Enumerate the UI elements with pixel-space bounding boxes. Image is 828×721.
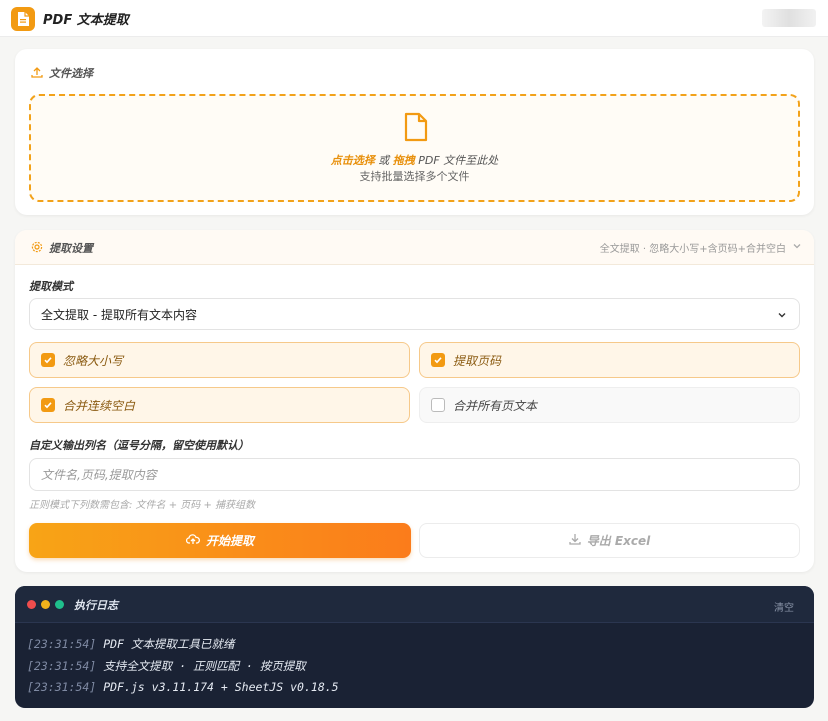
option-merge-pages[interactable]: 合并所有页文本 — [419, 387, 800, 423]
mode-label: 提取模式 — [29, 280, 73, 293]
avatar[interactable] — [762, 9, 816, 27]
start-extract-button[interactable]: 开始提取 — [29, 523, 411, 558]
download-icon — [569, 533, 581, 548]
file-section-title: 文件选择 — [31, 65, 93, 81]
chevron-down-icon — [776, 309, 788, 324]
log-line: [23:31:54] PDF.js v3.11.174 + SheetJS v0… — [27, 680, 339, 694]
columns-hint: 正则模式下列数需包含: 文件名 + 页码 + 捕获组数 — [29, 500, 256, 511]
cloud-upload-icon — [185, 533, 200, 548]
file-icon — [403, 112, 429, 145]
upload-icon — [31, 66, 43, 81]
checkbox-unchecked-icon[interactable] — [431, 398, 445, 412]
option-ignore-case[interactable]: 忽略大小写 — [29, 342, 410, 378]
settings-header[interactable]: 提取设置 全文提取 · 忽略大小写+含页码+合并空白 — [15, 230, 814, 265]
green-dot-icon — [55, 600, 64, 609]
settings-title: 提取设置 — [31, 240, 93, 256]
log-line: [23:31:54] 支持全文提取 · 正则匹配 · 按页提取 — [27, 659, 306, 673]
dropzone-text: 点击选择 或 拖拽 PDF 文件至此处 — [330, 154, 499, 167]
dropzone-hint: 支持批量选择多个文件 — [359, 170, 470, 183]
mode-select[interactable]: 全文提取 - 提取所有文本内容 — [29, 298, 800, 330]
gear-icon — [31, 241, 43, 256]
clear-log-button[interactable]: 清空 — [774, 599, 794, 614]
option-extract-page[interactable]: 提取页码 — [419, 342, 800, 378]
file-select-card: 文件选择 点击选择 或 拖拽 PDF 文件至此处 支持批量选择多个文件 — [15, 49, 814, 215]
export-excel-button[interactable]: 导出 Excel — [419, 523, 800, 558]
checkbox-checked-icon[interactable] — [41, 398, 55, 412]
settings-card: 提取设置 全文提取 · 忽略大小写+含页码+合并空白 提取模式 全文提取 - 提… — [15, 230, 814, 572]
checkbox-checked-icon[interactable] — [41, 353, 55, 367]
app-title: PDF 文本提取 — [43, 13, 129, 28]
yellow-dot-icon — [41, 600, 50, 609]
log-line: [23:31:54] PDF 文本提取工具已就绪 — [27, 637, 235, 651]
red-dot-icon — [27, 600, 36, 609]
top-bar: PDF 文本提取 — [0, 0, 828, 37]
checkbox-checked-icon[interactable] — [431, 353, 445, 367]
columns-label: 自定义输出列名（逗号分隔，留空使用默认） — [29, 439, 249, 452]
settings-summary: 全文提取 · 忽略大小写+含页码+合并空白 — [600, 240, 802, 255]
log-header: 执行日志 清空 — [15, 586, 814, 623]
log-title: 执行日志 — [74, 599, 118, 612]
click-select-link[interactable]: 点击选择 — [331, 154, 375, 167]
option-merge-whitespace[interactable]: 合并连续空白 — [29, 387, 410, 423]
file-dropzone[interactable]: 点击选择 或 拖拽 PDF 文件至此处 支持批量选择多个文件 — [29, 94, 800, 202]
chevron-down-icon[interactable] — [792, 241, 802, 254]
app-logo-icon — [11, 7, 35, 31]
columns-input[interactable] — [29, 458, 800, 491]
log-panel: 执行日志 清空 [23:31:54] PDF 文本提取工具已就绪 [23:31:… — [15, 586, 814, 708]
